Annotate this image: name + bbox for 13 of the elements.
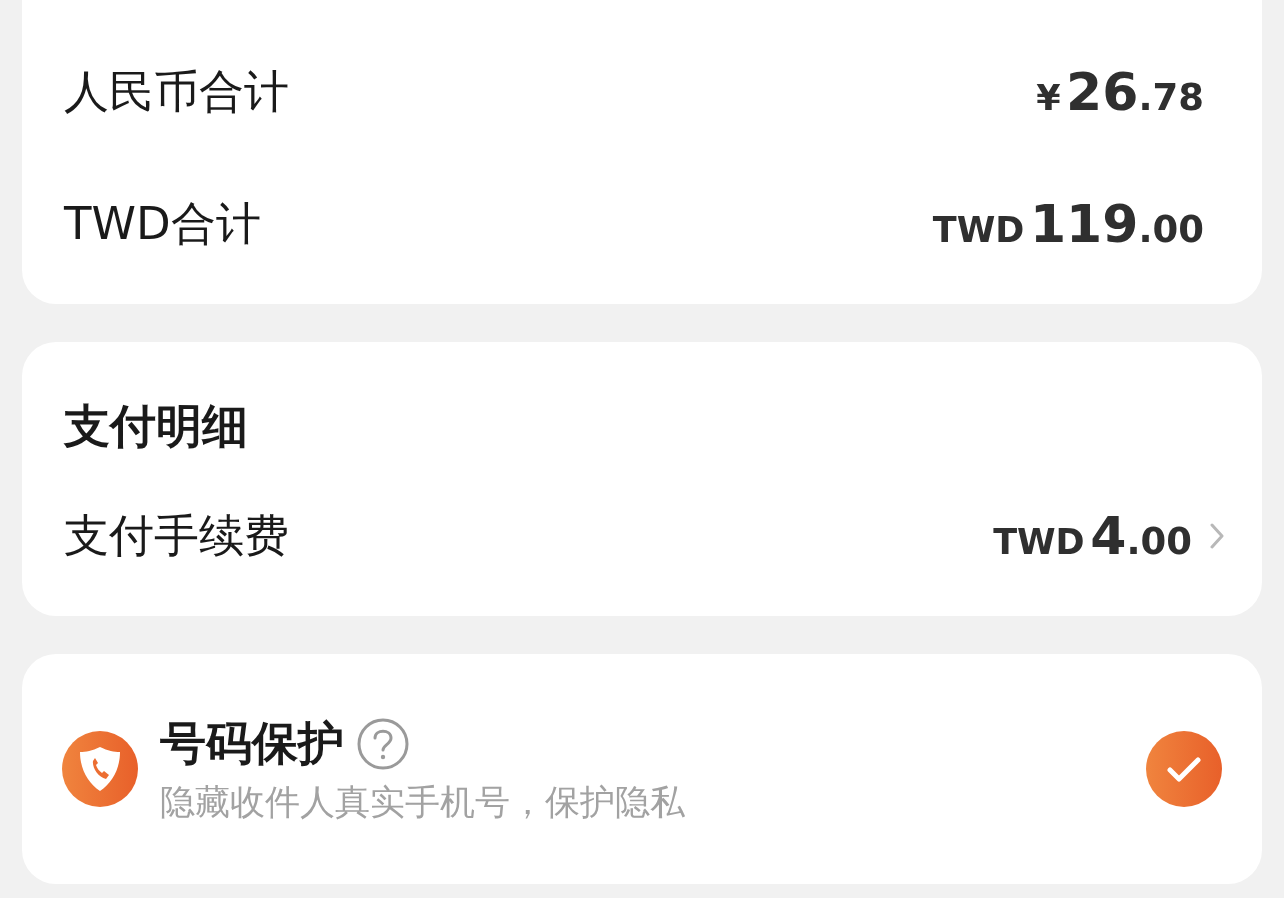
section-title: 号码保护 <box>160 714 344 772</box>
fee-label: 支付手续费 <box>64 508 289 564</box>
help-icon[interactable] <box>356 716 410 771</box>
checkbox[interactable] <box>1146 731 1222 807</box>
chevron-right-icon[interactable] <box>1210 523 1224 549</box>
shield-phone-icon <box>62 731 138 807</box>
total-amount: ¥26.78 <box>1036 62 1204 122</box>
total-amount: TWD 119.00 <box>932 194 1204 254</box>
section-title: 支付明细 <box>64 398 249 455</box>
total-label: 人民币合计 <box>64 64 289 120</box>
total-label: TWD合计 <box>64 196 261 252</box>
fee-amount[interactable]: TWD 4.00 <box>993 506 1192 566</box>
description-text: 隐藏收件人真实手机号，保护隐私 <box>160 780 686 824</box>
